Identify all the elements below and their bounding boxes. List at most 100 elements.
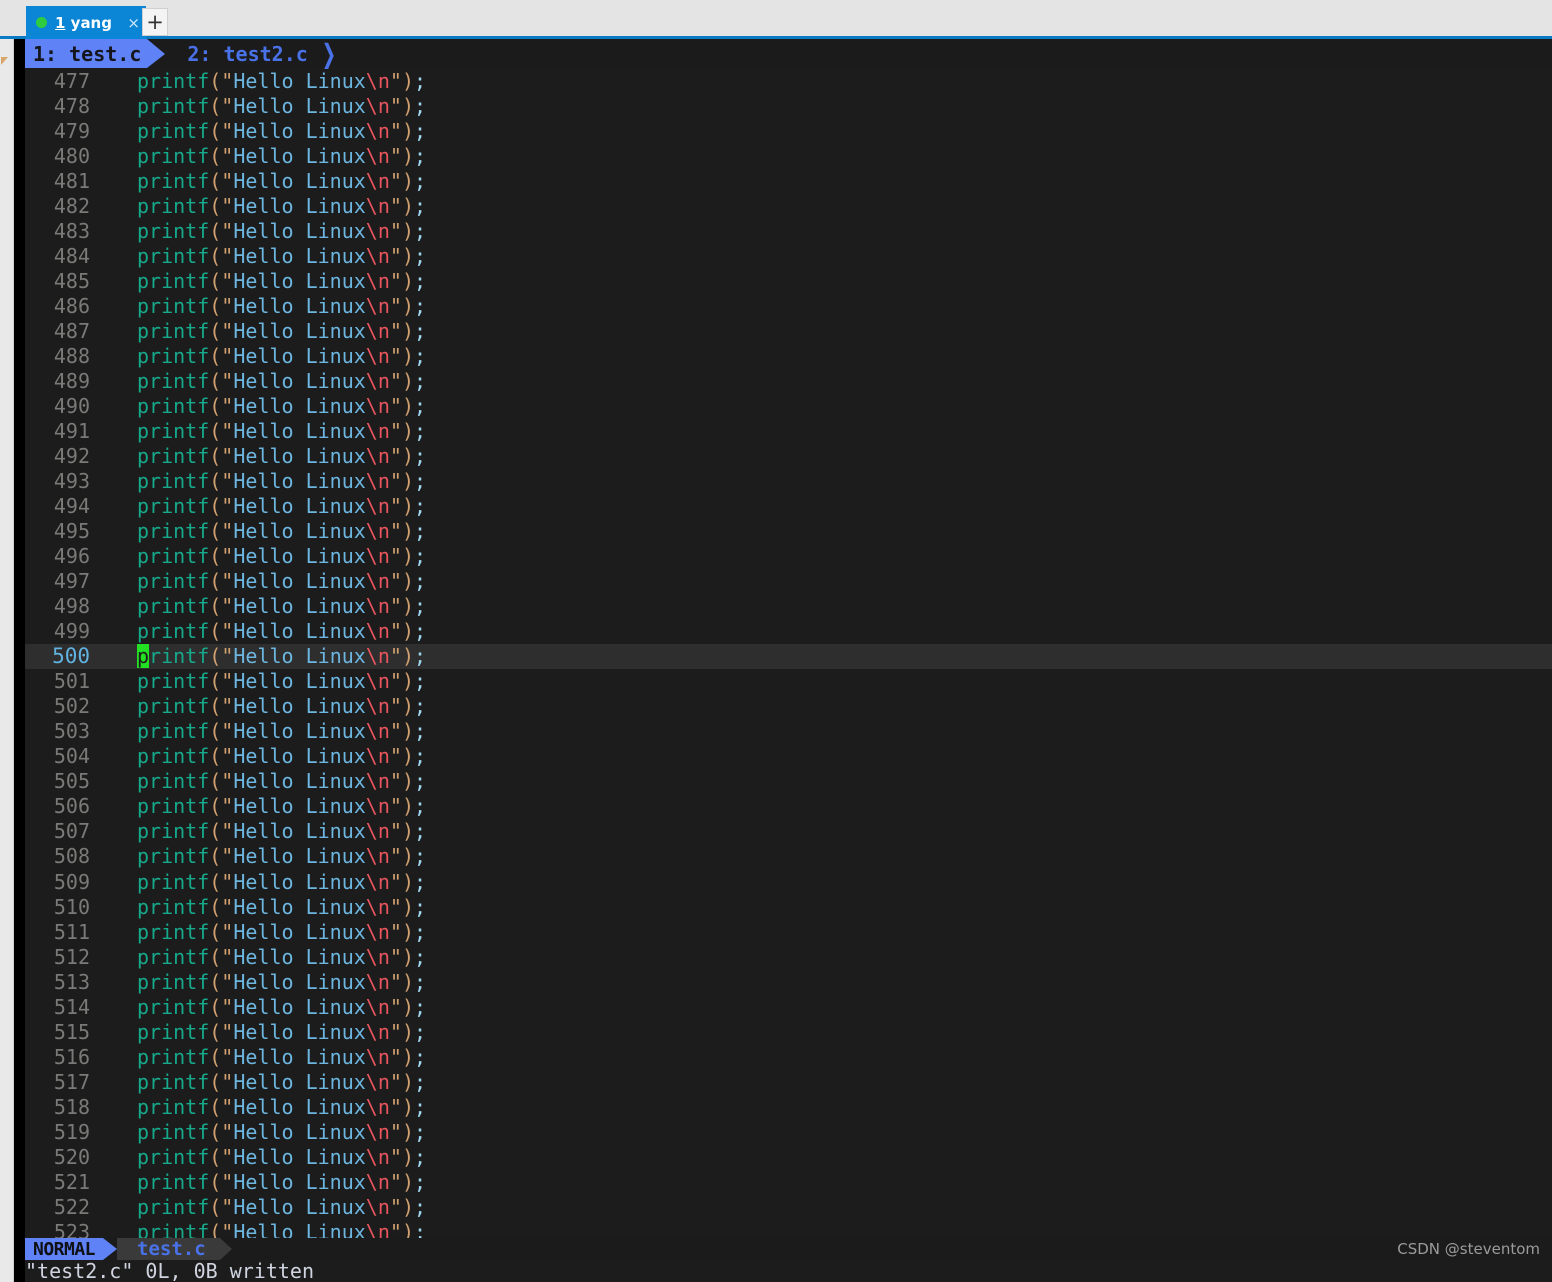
vim-mode-indicator: NORMAL: [25, 1238, 104, 1260]
code-line: 518 printf("Hello Linux\n");: [25, 1094, 1552, 1119]
token-quote: ": [221, 944, 234, 969]
code-viewport[interactable]: 477 printf("Hello Linux\n"); 478 printf("He…: [25, 68, 1552, 1238]
code-text: printf("Hello Linux\n");: [137, 69, 426, 93]
token-string: Hello Linux: [233, 243, 366, 268]
token-function: printf: [137, 218, 210, 243]
terminal-tab-1[interactable]: 1 yang ×: [26, 6, 146, 39]
token-quote: ": [389, 969, 402, 994]
token-semicolon: ;: [413, 994, 427, 1019]
token-string: Hello Linux: [233, 1169, 366, 1194]
token-paren: ): [401, 418, 414, 443]
code-line: 490 printf("Hello Linux\n");: [25, 393, 1552, 418]
token-function: printf: [137, 569, 210, 594]
token-paren: ): [401, 443, 414, 468]
token-quote: ": [221, 118, 234, 143]
code-line: 492 printf("Hello Linux\n");: [25, 443, 1552, 468]
token-function: printf: [137, 619, 210, 644]
token-semicolon: ;: [413, 919, 427, 944]
token-quote: ": [389, 994, 402, 1019]
token-quote: ": [221, 669, 234, 694]
code-line: 502 printf("Hello Linux\n");: [25, 694, 1552, 719]
token-paren: (: [209, 1019, 222, 1044]
token-semicolon: ;: [413, 744, 427, 769]
token-paren: ): [401, 268, 414, 293]
token-string: Hello Linux: [233, 218, 366, 243]
token-function: printf: [137, 193, 210, 218]
token-quote: ": [221, 1219, 234, 1238]
token-escape: \n: [365, 819, 390, 844]
token-semicolon: ;: [414, 644, 427, 669]
code-text: printf("Hello Linux\n");: [137, 844, 426, 868]
token-function: printf: [137, 819, 210, 844]
token-quote: ": [221, 894, 234, 919]
token-paren: ): [401, 93, 414, 118]
token-semicolon: ;: [413, 268, 427, 293]
vim-cmdline[interactable]: "test2.c" 0L, 0B written: [25, 1260, 1552, 1282]
token-escape: \n: [365, 443, 390, 468]
code-text: printf("Hello Linux\n");: [137, 144, 426, 168]
token-quote: ": [389, 293, 402, 318]
token-string: Hello Linux: [233, 919, 366, 944]
token-string: Hello Linux: [233, 494, 366, 519]
line-number: 502: [53, 694, 90, 719]
token-quote: ": [389, 118, 402, 143]
token-paren: ): [401, 393, 414, 418]
line-number: 523: [53, 1219, 90, 1238]
close-icon[interactable]: ×: [127, 14, 140, 32]
buffer-tab-2[interactable]: 2: test2.c: [165, 39, 321, 68]
token-semicolon: ;: [413, 93, 427, 118]
code-text: printf("Hello Linux\n");: [137, 469, 426, 493]
line-number: 497: [53, 569, 90, 594]
line-number: 515: [53, 1019, 90, 1044]
token-paren: (: [209, 694, 222, 719]
token-quote: ": [389, 318, 402, 343]
token-paren: (: [209, 193, 222, 218]
token-function: printf: [137, 1019, 210, 1044]
code-text: printf("Hello Linux\n");: [137, 669, 426, 693]
token-function: printf: [137, 519, 210, 544]
token-function: printf: [137, 719, 210, 744]
token-quote: ": [221, 1094, 234, 1119]
token-string: Hello Linux: [233, 569, 366, 594]
token-semicolon: ;: [413, 719, 427, 744]
token-quote: ": [221, 769, 234, 794]
token-paren: ): [401, 1219, 414, 1238]
token-paren: (: [209, 744, 222, 769]
token-quote: ": [221, 168, 234, 193]
code-line: 482 printf("Hello Linux\n");: [25, 193, 1552, 218]
token-paren: (: [209, 719, 222, 744]
token-string: Hello Linux: [233, 619, 366, 644]
code-text: printf("Hello Linux\n");: [137, 344, 426, 368]
token-quote: ": [389, 418, 402, 443]
token-paren: (: [209, 93, 222, 118]
token-escape: \n: [365, 744, 390, 769]
token-quote: ": [221, 694, 234, 719]
token-function: printf: [137, 68, 210, 93]
token-quote: ": [389, 644, 402, 669]
token-quote: ": [221, 393, 234, 418]
code-line: 523 printf("Hello Linux\n");: [25, 1219, 1552, 1238]
line-number: 519: [53, 1119, 90, 1144]
token-quote: ": [389, 819, 402, 844]
code-line: 485 printf("Hello Linux\n");: [25, 268, 1552, 293]
code-text: printf("Hello Linux\n");: [137, 1145, 426, 1169]
code-line: 515 printf("Hello Linux\n");: [25, 1019, 1552, 1044]
token-function: rintf: [149, 644, 210, 669]
token-semicolon: ;: [413, 1019, 427, 1044]
code-text: printf("Hello Linux\n");: [137, 1195, 426, 1219]
code-line: 488 printf("Hello Linux\n");: [25, 343, 1552, 368]
powerline-arrow-icon: [147, 39, 166, 68]
token-escape: \n: [365, 919, 390, 944]
token-function: printf: [137, 1219, 210, 1238]
line-number: 521: [53, 1169, 90, 1194]
token-paren: (: [209, 544, 222, 569]
new-tab-button[interactable]: +: [142, 8, 168, 36]
token-escape: \n: [365, 719, 390, 744]
code-line: 496 printf("Hello Linux\n");: [25, 544, 1552, 569]
buffer-tab-1[interactable]: 1: test.c: [25, 39, 148, 68]
token-semicolon: ;: [413, 894, 427, 919]
token-quote: ": [389, 393, 402, 418]
statusline-filename: test.c: [117, 1238, 220, 1260]
terminal-tab-name: yang: [65, 13, 112, 32]
token-semicolon: ;: [413, 869, 427, 894]
